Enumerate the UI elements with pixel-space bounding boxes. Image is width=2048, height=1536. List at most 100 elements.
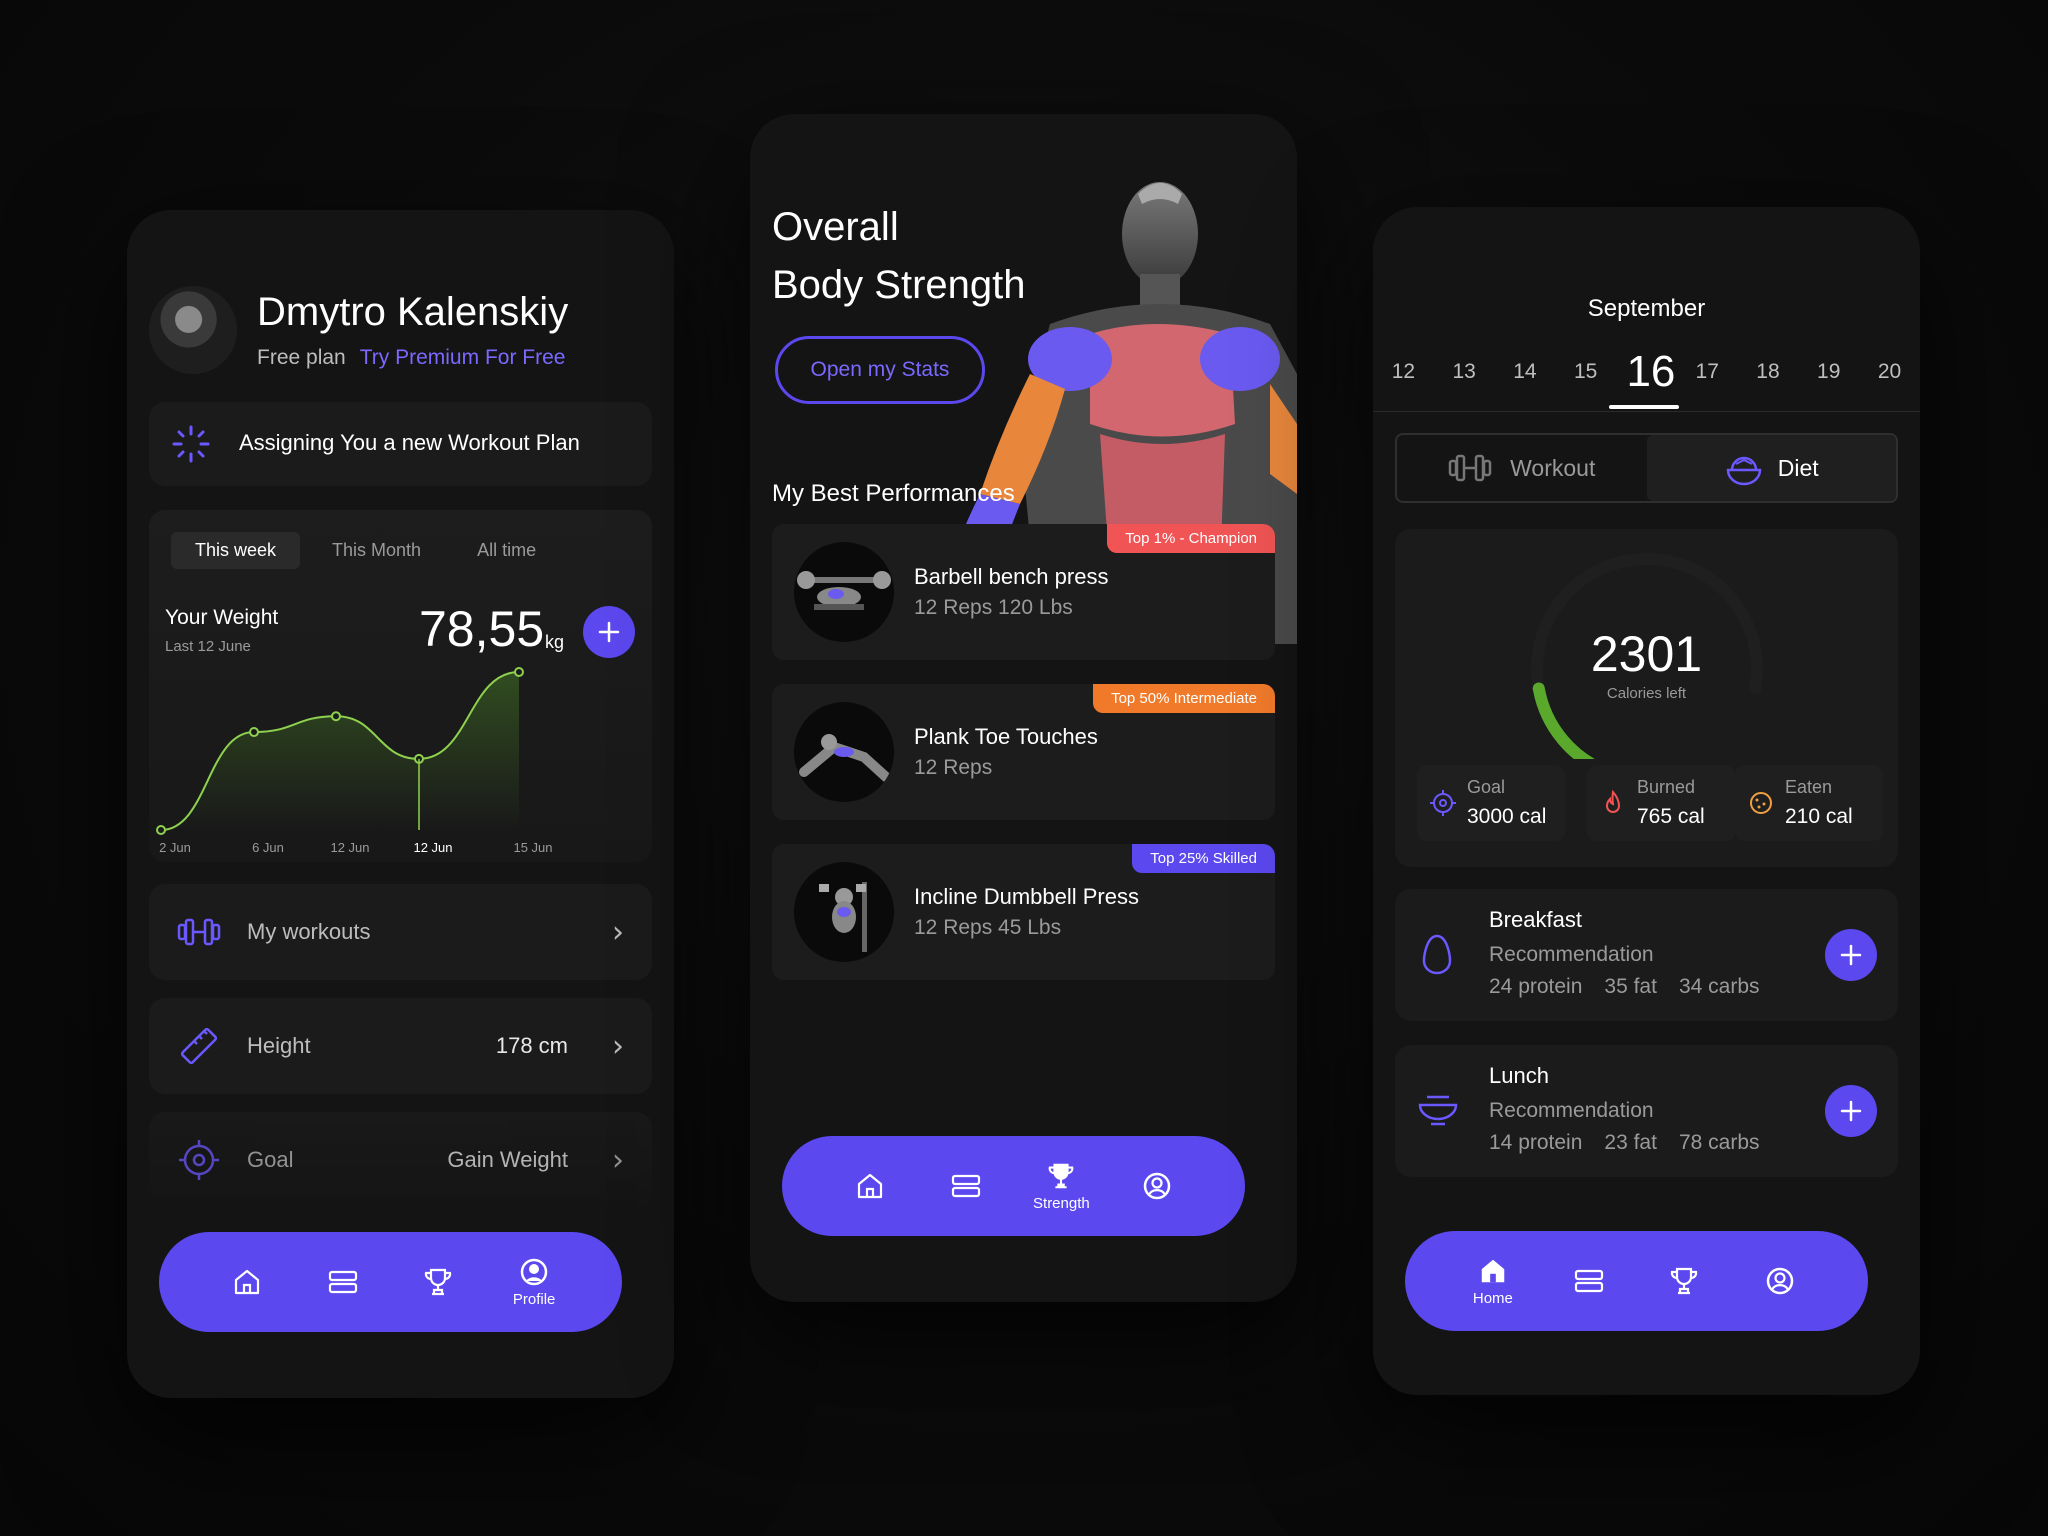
stat-label: Eaten [1785, 777, 1833, 797]
rank-badge: Top 50% Intermediate [1093, 684, 1275, 713]
day-item[interactable]: 12 [1383, 360, 1423, 384]
workout-plan-banner[interactable]: Assigning You a new Workout Plan [149, 402, 652, 486]
day-item[interactable]: 18 [1748, 360, 1788, 384]
nav-home[interactable] [835, 1151, 905, 1221]
home-icon [234, 1269, 259, 1295]
chart-point[interactable] [249, 727, 259, 738]
chevron-right-icon: › [612, 914, 624, 950]
nav-profile[interactable] [1122, 1151, 1192, 1221]
nav-strength-active[interactable]: Strength [1026, 1151, 1096, 1221]
day-item[interactable]: 17 [1687, 360, 1727, 384]
performance-card[interactable]: Plank Toe Touches 12 Reps Top 50% Interm… [772, 684, 1275, 820]
height-row[interactable]: Height 178 cm › [149, 998, 652, 1094]
day-item-selected[interactable]: 16 [1626, 347, 1675, 397]
avatar[interactable] [149, 286, 237, 374]
plus-icon [1840, 1100, 1862, 1122]
profile-screen: Dmytro Kalenskiy Free plan Try Premium F… [127, 210, 674, 1398]
meal-title: Lunch [1489, 1063, 1549, 1088]
exercise-title: Plank Toe Touches [914, 724, 1098, 749]
selected-day-indicator [1609, 405, 1679, 409]
day-item[interactable]: 20 [1870, 360, 1910, 384]
plan-row: Free plan Try Premium For Free [257, 346, 565, 370]
target-icon [179, 1140, 219, 1180]
calories-left-label: Calories left [1606, 685, 1687, 702]
nav-list[interactable] [308, 1247, 378, 1317]
nav-home[interactable] [212, 1247, 282, 1317]
x-tick-label: 12 Jun [330, 840, 369, 855]
list-icon [1574, 1269, 1603, 1293]
plus-icon [598, 621, 620, 643]
open-stats-button[interactable]: Open my Stats [775, 336, 985, 404]
stat-value: 3000 cal [1467, 805, 1547, 828]
x-tick-label: 6 Jun [252, 840, 284, 855]
breakfast-card[interactable]: Breakfast Recommendation 24 protein 35 f… [1395, 889, 1898, 1021]
burned-stat: Burned 765 cal [1587, 765, 1735, 841]
nav-label: Strength [1033, 1194, 1090, 1212]
nav-label: Home [1472, 1289, 1513, 1307]
bottom-nav: Strength [782, 1136, 1245, 1236]
my-workouts-row[interactable]: My workouts › [149, 884, 652, 980]
day-item[interactable]: 13 [1444, 360, 1484, 384]
cookie-icon [1750, 792, 1772, 814]
tab-this-month[interactable]: This Month [308, 532, 445, 569]
toggle-workout-label: Workout [1510, 454, 1596, 481]
nav-list[interactable] [931, 1151, 1001, 1221]
chart-point[interactable] [156, 825, 166, 835]
best-performances-heading: My Best Performances [772, 480, 1015, 507]
nav-label: Profile [512, 1290, 556, 1308]
exercise-title: Barbell bench press [914, 564, 1109, 589]
bowl-icon [1418, 1095, 1458, 1126]
profile-icon [1766, 1267, 1794, 1295]
nav-trophy[interactable] [1649, 1246, 1719, 1316]
chart-point[interactable] [331, 711, 341, 722]
stat-label: Burned [1637, 777, 1696, 797]
add-breakfast-button[interactable] [1825, 929, 1877, 981]
exercise-thumbnail [794, 702, 894, 802]
chevron-right-icon: › [612, 1142, 624, 1178]
day-item[interactable]: 15 [1566, 360, 1606, 384]
ruler-icon [180, 1027, 218, 1065]
eaten-stat: Eaten 210 cal [1735, 765, 1883, 841]
macro-fat: 23 fat [1604, 1131, 1657, 1154]
home-icon [1481, 1259, 1505, 1282]
toggle-diet-label: Diet [1777, 454, 1819, 481]
strength-screen: Overall Body Strength Open my Stats My B… [750, 114, 1297, 1302]
nav-profile-active[interactable]: Profile [499, 1247, 569, 1317]
exercise-title: Incline Dumbbell Press [914, 884, 1139, 909]
lunch-card[interactable]: Lunch Recommendation 14 protein 23 fat 7… [1395, 1045, 1898, 1177]
calories-card: 2301 Calories left Goal 3000 cal Burned … [1395, 529, 1898, 867]
exercise-thumbnail [794, 862, 894, 962]
divider [1373, 411, 1920, 412]
calories-left-value: 2301 [1590, 626, 1703, 682]
goal-row[interactable]: Goal Gain Weight › [149, 1112, 652, 1208]
toggle-workout[interactable]: Workout [1397, 435, 1647, 501]
my-workouts-label: My workouts [247, 919, 371, 944]
day-item[interactable]: 19 [1809, 360, 1849, 384]
bowl-icon [1726, 456, 1762, 486]
toggle-diet-active[interactable]: Diet [1646, 435, 1896, 501]
stat-value: 210 cal [1785, 805, 1853, 828]
nav-home-active[interactable]: Home [1458, 1246, 1528, 1316]
chart-area [161, 672, 519, 830]
chart-point[interactable] [514, 667, 524, 677]
add-weight-button[interactable] [583, 606, 635, 658]
add-lunch-button[interactable] [1825, 1085, 1877, 1137]
profile-icon [1143, 1172, 1171, 1200]
macro-carbs: 34 carbs [1678, 975, 1760, 998]
performance-card[interactable]: Barbell bench press 12 Reps 120 Lbs Top … [772, 524, 1275, 660]
plan-label: Free plan [257, 346, 346, 369]
mode-toggle: Workout Diet [1395, 433, 1898, 503]
nav-trophy[interactable] [403, 1247, 473, 1317]
tab-this-week[interactable]: This week [171, 532, 301, 569]
tab-all-time[interactable]: All time [453, 532, 560, 569]
nav-list[interactable] [1554, 1246, 1624, 1316]
trophy-icon [425, 1268, 452, 1296]
assign-text: Assigning You a new Workout Plan [239, 430, 580, 455]
performance-card[interactable]: Incline Dumbbell Press 12 Reps 45 Lbs To… [772, 844, 1275, 980]
day-item[interactable]: 14 [1505, 360, 1545, 384]
macro-protein: 24 protein [1489, 975, 1583, 998]
premium-link[interactable]: Try Premium For Free [360, 346, 566, 370]
home-icon [857, 1173, 882, 1199]
meal-recommendation: Recommendation [1489, 1099, 1654, 1122]
nav-profile[interactable] [1745, 1246, 1815, 1316]
